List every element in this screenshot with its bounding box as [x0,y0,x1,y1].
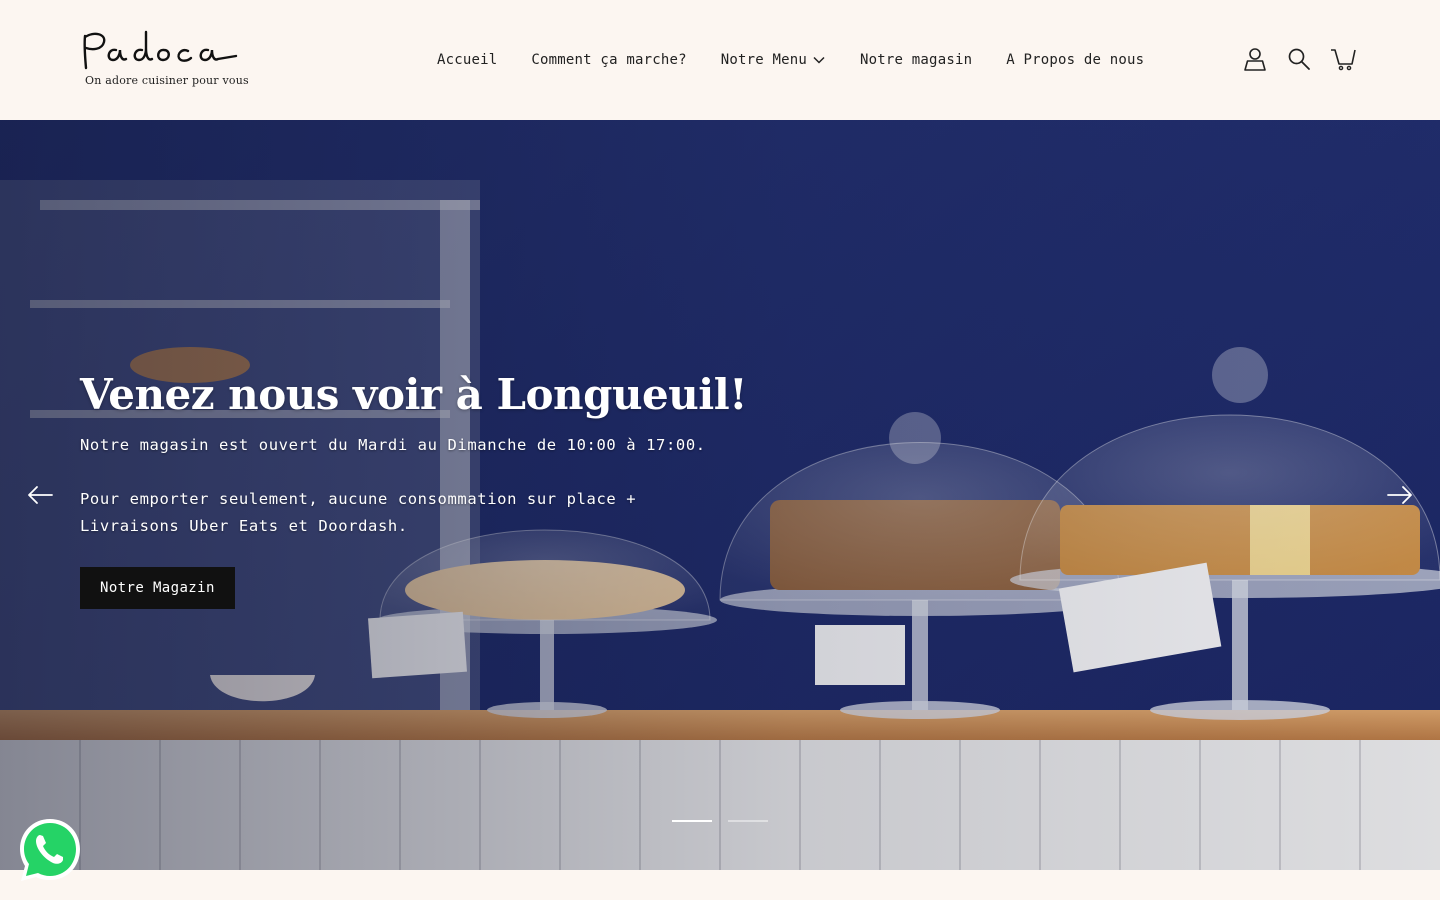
logo-tagline: On adore cuisiner pour vous [85,74,249,87]
site-header: On adore cuisiner pour vous Accueil Comm… [0,0,1440,120]
slide-indicators [672,820,784,822]
logo-link[interactable]: On adore cuisiner pour vous [80,28,250,92]
nav-item-comment[interactable]: Comment ça marche? [531,52,686,68]
slide-prev-button[interactable] [25,480,55,510]
hero-hours-text: Notre magasin est ouvert du Mardi au Dim… [80,436,706,455]
logo-wordmark [83,30,238,70]
arrow-right-icon [1387,486,1412,504]
nav-item-apropos[interactable]: A Propos de nous [1006,52,1144,68]
slide-dot-2[interactable] [728,820,768,822]
account-button[interactable] [1240,44,1270,74]
hero-title: Venez nous voir à Longueuil! [80,370,748,419]
header-icons [1240,44,1372,74]
chevron-down-icon [813,56,825,64]
cart-button[interactable] [1328,44,1358,74]
main-nav: Accueil Comment ça marche? Notre Menu No… [420,0,1161,120]
account-icon [1244,48,1266,71]
nav-item-menu[interactable]: Notre Menu [721,52,826,68]
cart-icon [1331,49,1356,71]
search-button[interactable] [1284,44,1314,74]
nav-item-accueil[interactable]: Accueil [437,52,497,68]
slide-dot-1[interactable] [672,820,712,822]
whatsapp-icon [20,819,80,881]
hero-content: Venez nous voir à Longueuil! Notre magas… [80,370,800,610]
hero-cta-button[interactable]: Notre Magazin [80,567,235,610]
nav-item-menu-label: Notre Menu [720,52,808,68]
hero-delivery-text: Pour emporter seulement, aucune consomma… [80,490,637,536]
search-icon [1288,48,1310,70]
nav-item-magasin[interactable]: Notre magasin [860,52,972,68]
slide-next-button[interactable] [1385,480,1415,510]
hero-slideshow: Venez nous voir à Longueuil! Notre magas… [0,120,1440,870]
arrow-left-icon [28,486,53,504]
whatsapp-button[interactable] [15,815,85,885]
